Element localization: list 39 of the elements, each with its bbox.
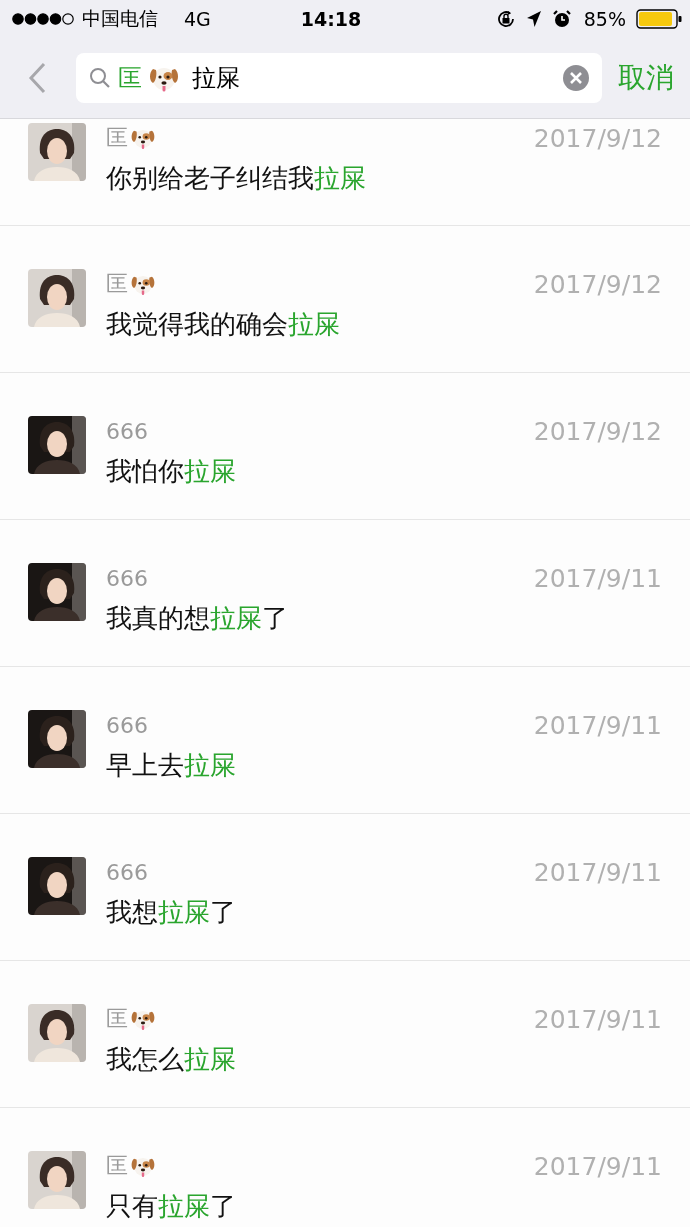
message-text: 我想拉屎了 [106, 896, 237, 929]
sender-name: 666 [106, 712, 148, 738]
sender-name: 匡 [106, 124, 128, 152]
message-text: 只有拉屎了 [106, 1190, 237, 1223]
message-date: 2017/9/11 [533, 563, 662, 593]
search-contact: 匡 [118, 63, 142, 94]
sender-name: 666 [106, 565, 148, 591]
battery-icon [636, 9, 682, 29]
carrier-name: 中国电信 [82, 6, 158, 31]
clock: 14:18 [300, 8, 362, 30]
message-date: 2017/9/11 [533, 857, 662, 887]
sender-name: 666 [106, 418, 148, 444]
location-icon [525, 10, 542, 28]
message-date: 2017/9/11 [533, 710, 662, 740]
sender-name: 匡 [106, 270, 128, 298]
orientation-lock-icon [495, 9, 516, 29]
message-text: 我怕你拉屎 [106, 455, 237, 488]
back-icon[interactable] [28, 62, 46, 94]
search-query: 拉屎 [192, 63, 240, 94]
message-date: 2017/9/11 [533, 1151, 662, 1181]
sender-name: 匡 [106, 1152, 128, 1180]
message-text: 你别给老子纠结我拉屎 [106, 162, 367, 195]
message-text: 我真的想拉屎了 [106, 602, 289, 635]
message-text: 我觉得我的确会拉屎 [106, 308, 341, 341]
message-date: 2017/9/12 [533, 269, 662, 299]
message-text: 早上去拉屎 [106, 749, 237, 782]
message-date: 2017/9/11 [533, 1004, 662, 1034]
message-date: 2017/9/12 [533, 123, 662, 153]
message-text: 我怎么拉屎 [106, 1043, 237, 1076]
battery-percent: 85% [583, 8, 626, 30]
message-date: 2017/9/12 [533, 416, 662, 446]
clear-button[interactable] [562, 64, 590, 92]
signal-icon [12, 12, 74, 26]
sender-name: 666 [106, 859, 148, 885]
alarm-icon [551, 9, 572, 29]
network-type: 4G [184, 8, 211, 30]
search-field[interactable]: 匡 拉屎 [76, 53, 602, 103]
search-icon [88, 66, 112, 90]
sender-name: 匡 [106, 1005, 128, 1033]
